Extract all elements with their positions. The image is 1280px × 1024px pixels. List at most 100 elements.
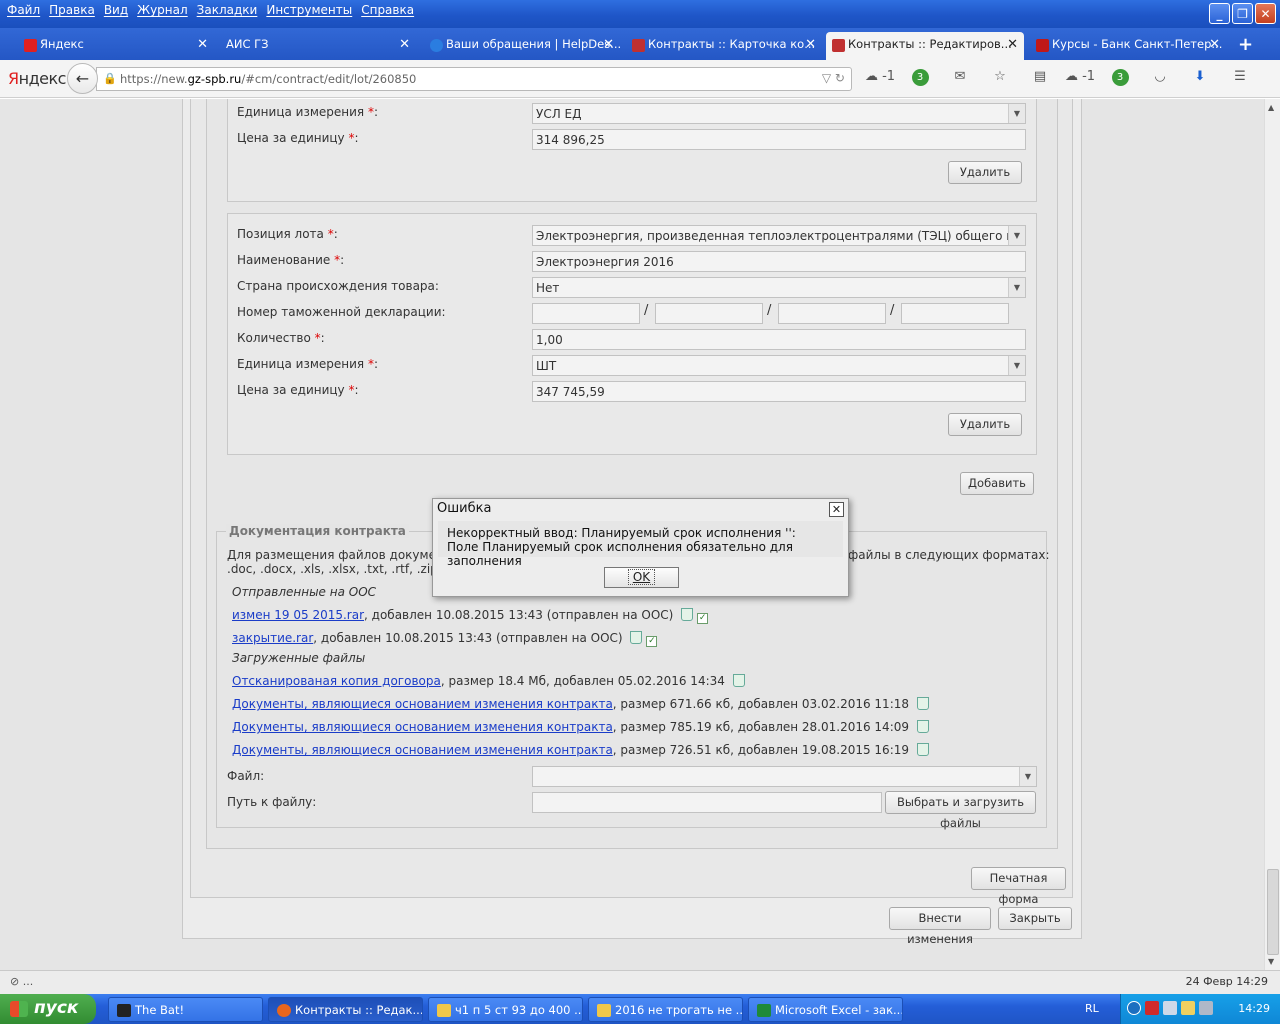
pocket-icon[interactable]: ◡ xyxy=(1140,69,1180,86)
choose-upload-files-button[interactable]: Выбрать и загрузить файлы xyxy=(885,791,1036,830)
taskbar-item-folder[interactable]: ч1 п 5 ст 93 до 400 ... xyxy=(428,997,583,1022)
file-path-input[interactable] xyxy=(532,792,882,813)
menu-help[interactable]: Справка xyxy=(358,0,420,22)
quantity-input[interactable]: 1,00 xyxy=(532,329,1026,350)
taskbar-item-firefox[interactable]: Контракты :: Редак... xyxy=(268,997,423,1022)
lock-icon[interactable]: 🔒 xyxy=(103,72,117,85)
start-button[interactable]: пуск xyxy=(0,994,96,1024)
menu-file[interactable]: Файл xyxy=(4,0,46,22)
menu-history[interactable]: Журнал xyxy=(134,0,194,22)
page-scrollbar[interactable]: ▲ ▼ xyxy=(1264,99,1280,970)
unit-select[interactable]: УСЛ ЕД ▼ xyxy=(532,103,1026,124)
tab-contract-edit[interactable]: Контракты :: Редактиров... ✕ xyxy=(826,32,1024,60)
restore-button[interactable]: ❐ xyxy=(1232,3,1253,24)
file-link[interactable]: закрытие.rar xyxy=(232,631,313,645)
tab-helpdesk[interactable]: Ваши обращения | HelpDes... ✕ xyxy=(424,32,620,60)
customs-part-3-input[interactable] xyxy=(778,303,886,324)
close-tab-icon[interactable]: ✕ xyxy=(1007,37,1018,52)
name-input[interactable]: Электроэнергия 2016 xyxy=(532,251,1026,272)
mail-icon[interactable]: ✉ xyxy=(940,69,980,86)
tab-bank-rates[interactable]: Курсы - Банк Санкт-Петер... ✕ xyxy=(1030,32,1226,60)
taskbar-item-folder[interactable]: 2016 не трогать не ... xyxy=(588,997,743,1022)
reader-icon[interactable]: ▤ xyxy=(1020,69,1060,86)
scroll-down-arrow-icon[interactable]: ▼ xyxy=(1268,957,1274,966)
delete-item-button[interactable]: Удалить xyxy=(948,413,1022,436)
file-link[interactable]: Отсканированая копия договора xyxy=(232,674,441,688)
hamburger-menu-icon[interactable]: ☰ xyxy=(1220,69,1260,86)
customs-part-1-input[interactable] xyxy=(532,303,640,324)
download-icon[interactable]: ⬇ xyxy=(1180,69,1220,86)
close-window-button[interactable]: ✕ xyxy=(1255,3,1276,24)
new-tab-button[interactable]: + xyxy=(1238,34,1253,55)
customs-part-4-input[interactable] xyxy=(901,303,1009,324)
cloud-icon[interactable]: ☁ -1 xyxy=(1060,69,1100,86)
tab-contract-card[interactable]: Контракты :: Карточка ко... ✕ xyxy=(626,32,822,60)
file-link[interactable]: измен 19 05 2015.rar xyxy=(232,608,364,622)
chevron-down-icon[interactable]: ▼ xyxy=(1008,278,1025,297)
close-form-button[interactable]: Закрыть xyxy=(998,907,1072,930)
device-icon[interactable] xyxy=(1199,1001,1213,1015)
address-bar[interactable]: 🔒 https://new.gz-spb.ru/#cm/contract/edi… xyxy=(96,67,852,91)
trash-icon[interactable] xyxy=(732,674,745,687)
yandex-logo[interactable]: Яндекс xyxy=(8,69,66,88)
add-item-button[interactable]: Добавить xyxy=(960,472,1034,495)
file-link[interactable]: Документы, являющиеся основанием изменен… xyxy=(232,720,613,734)
menu-view[interactable]: Вид xyxy=(101,0,134,22)
counter-badge-icon[interactable]: 3 xyxy=(1100,69,1140,86)
back-button[interactable]: ← xyxy=(67,63,98,94)
apply-changes-button[interactable]: Внести изменения xyxy=(889,907,991,946)
checkbox[interactable]: ✓ xyxy=(697,613,709,624)
price-input[interactable]: 314 896,25 xyxy=(532,129,1026,150)
trash-icon[interactable] xyxy=(681,608,694,621)
file-type-select[interactable]: ▼ xyxy=(532,766,1037,787)
scroll-up-arrow-icon[interactable]: ▲ xyxy=(1268,103,1274,112)
arrow-icon[interactable] xyxy=(1127,1001,1141,1015)
close-tab-icon[interactable]: ✕ xyxy=(197,37,208,52)
file-label: Файл: xyxy=(227,769,265,783)
trash-icon[interactable] xyxy=(916,720,929,733)
delete-item-button[interactable]: Удалить xyxy=(948,161,1022,184)
tab-ais-gz[interactable]: АИС ГЗ ✕ xyxy=(220,32,416,60)
language-indicator[interactable]: RL xyxy=(1085,1002,1099,1015)
tab-yandex[interactable]: Яндекс ✕ xyxy=(18,32,214,60)
print-form-button[interactable]: Печатная форма xyxy=(971,867,1066,906)
cloud-icon[interactable]: ☁ -1 xyxy=(860,69,900,86)
trash-icon[interactable] xyxy=(916,697,929,710)
chevron-down-icon[interactable]: ▼ xyxy=(1008,356,1025,375)
close-tab-icon[interactable]: ✕ xyxy=(603,37,614,52)
chevron-down-icon[interactable]: ▼ xyxy=(1008,104,1025,123)
close-tab-icon[interactable]: ✕ xyxy=(805,37,816,52)
scrollbar-thumb[interactable] xyxy=(1267,869,1279,955)
close-tab-icon[interactable]: ✕ xyxy=(1209,37,1220,52)
country-select[interactable]: Нет ▼ xyxy=(532,277,1026,298)
ok-button[interactable]: OK xyxy=(604,567,679,588)
error-dialog: Ошибка ✕ Некорректный ввод: Планируемый … xyxy=(432,498,849,597)
close-icon[interactable]: ✕ xyxy=(829,502,844,517)
reload-icon[interactable]: ▽ ↻ xyxy=(822,71,845,85)
lot-position-select[interactable]: Электроэнергия, произведенная теплоэлект… xyxy=(532,225,1026,246)
taskbar-item-thebat[interactable]: The Bat! xyxy=(108,997,263,1022)
counter-badge-icon[interactable]: 3 xyxy=(900,69,940,86)
file-link[interactable]: Документы, являющиеся основанием изменен… xyxy=(232,743,613,757)
antivirus-icon[interactable] xyxy=(1145,1001,1159,1015)
trash-icon[interactable] xyxy=(916,743,929,756)
menu-edit[interactable]: Правка xyxy=(46,0,101,22)
trash-icon[interactable] xyxy=(630,631,643,644)
price-input[interactable]: 347 745,59 xyxy=(532,381,1026,402)
customs-part-2-input[interactable] xyxy=(655,303,763,324)
checkbox[interactable]: ✓ xyxy=(646,636,658,647)
chevron-down-icon[interactable]: ▼ xyxy=(1008,226,1025,245)
network-icon[interactable] xyxy=(1163,1001,1177,1015)
minimize-button[interactable]: _ xyxy=(1209,3,1230,24)
star-icon[interactable]: ☆ xyxy=(980,69,1020,86)
close-tab-icon[interactable]: ✕ xyxy=(399,37,410,52)
hammer-icon xyxy=(632,39,645,52)
chevron-down-icon[interactable]: ▼ xyxy=(1019,767,1036,786)
menu-tools[interactable]: Инструменты xyxy=(263,0,358,22)
taskbar-item-excel[interactable]: Microsoft Excel - зак... xyxy=(748,997,903,1022)
file-row: Документы, являющиеся основанием изменен… xyxy=(232,697,929,711)
unit-select[interactable]: ШТ ▼ xyxy=(532,355,1026,376)
menu-bookmarks[interactable]: Закладки xyxy=(194,0,264,22)
pen-icon[interactable] xyxy=(1181,1001,1195,1015)
file-link[interactable]: Документы, являющиеся основанием изменен… xyxy=(232,697,613,711)
